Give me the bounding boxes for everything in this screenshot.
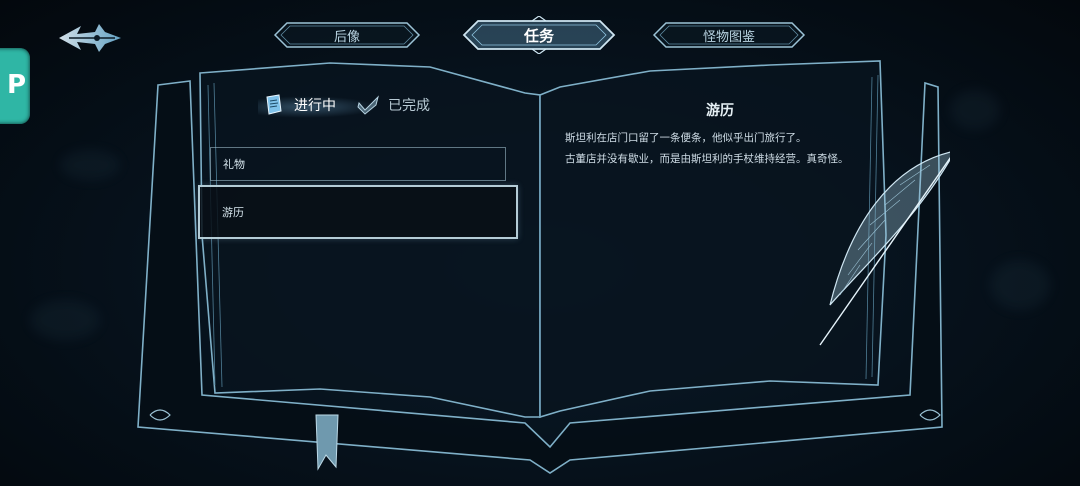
tab-quests-label: 任务: [523, 26, 554, 45]
background-rune: [60, 150, 120, 180]
tab-quests[interactable]: 任务: [462, 16, 616, 54]
ornate-arrow-back-icon: [59, 24, 121, 52]
quest-title: 游历: [222, 206, 244, 219]
tab-completed-label: 已完成: [388, 98, 430, 114]
tab-bestiary[interactable]: 怪物图鉴: [652, 20, 806, 50]
quest-list-item[interactable]: 礼物: [210, 147, 506, 181]
tab-afterimage[interactable]: 后像: [273, 20, 421, 50]
quest-list-item-selected[interactable]: 游历: [198, 185, 518, 239]
tab-completed[interactable]: 已完成: [356, 93, 430, 117]
overlay-app-badge-label: P: [6, 70, 26, 100]
back-button[interactable]: [55, 18, 125, 58]
tab-in-progress-label: 进行中: [294, 98, 336, 114]
background-rune: [990, 260, 1050, 310]
quest-detail-line: 古董店并没有歇业，而是由斯坦利的手杖维持经营。真奇怪。: [565, 153, 849, 165]
background-rune: [30, 300, 100, 340]
checkmark-seal-icon: [357, 95, 379, 115]
scroll-icon: [266, 94, 282, 115]
tab-afterimage-label: 后像: [333, 29, 360, 45]
quest-detail-description: 斯坦利在店门口留了一条便条，他似乎出门旅行了。 古董店并没有歇业，而是由斯坦利的…: [565, 128, 895, 170]
overlay-app-badge[interactable]: P: [0, 48, 30, 124]
tab-in-progress[interactable]: 进行中: [262, 93, 336, 117]
background-rune: [950, 90, 1000, 130]
tab-bestiary-label: 怪物图鉴: [702, 29, 755, 45]
quest-detail-line: 斯坦利在店门口留了一条便条，他似乎出门旅行了。: [565, 132, 807, 144]
quest-detail-title: 游历: [706, 103, 734, 119]
quest-status-tabs: 进行中 已完成: [262, 93, 430, 117]
quest-title: 礼物: [223, 158, 245, 171]
